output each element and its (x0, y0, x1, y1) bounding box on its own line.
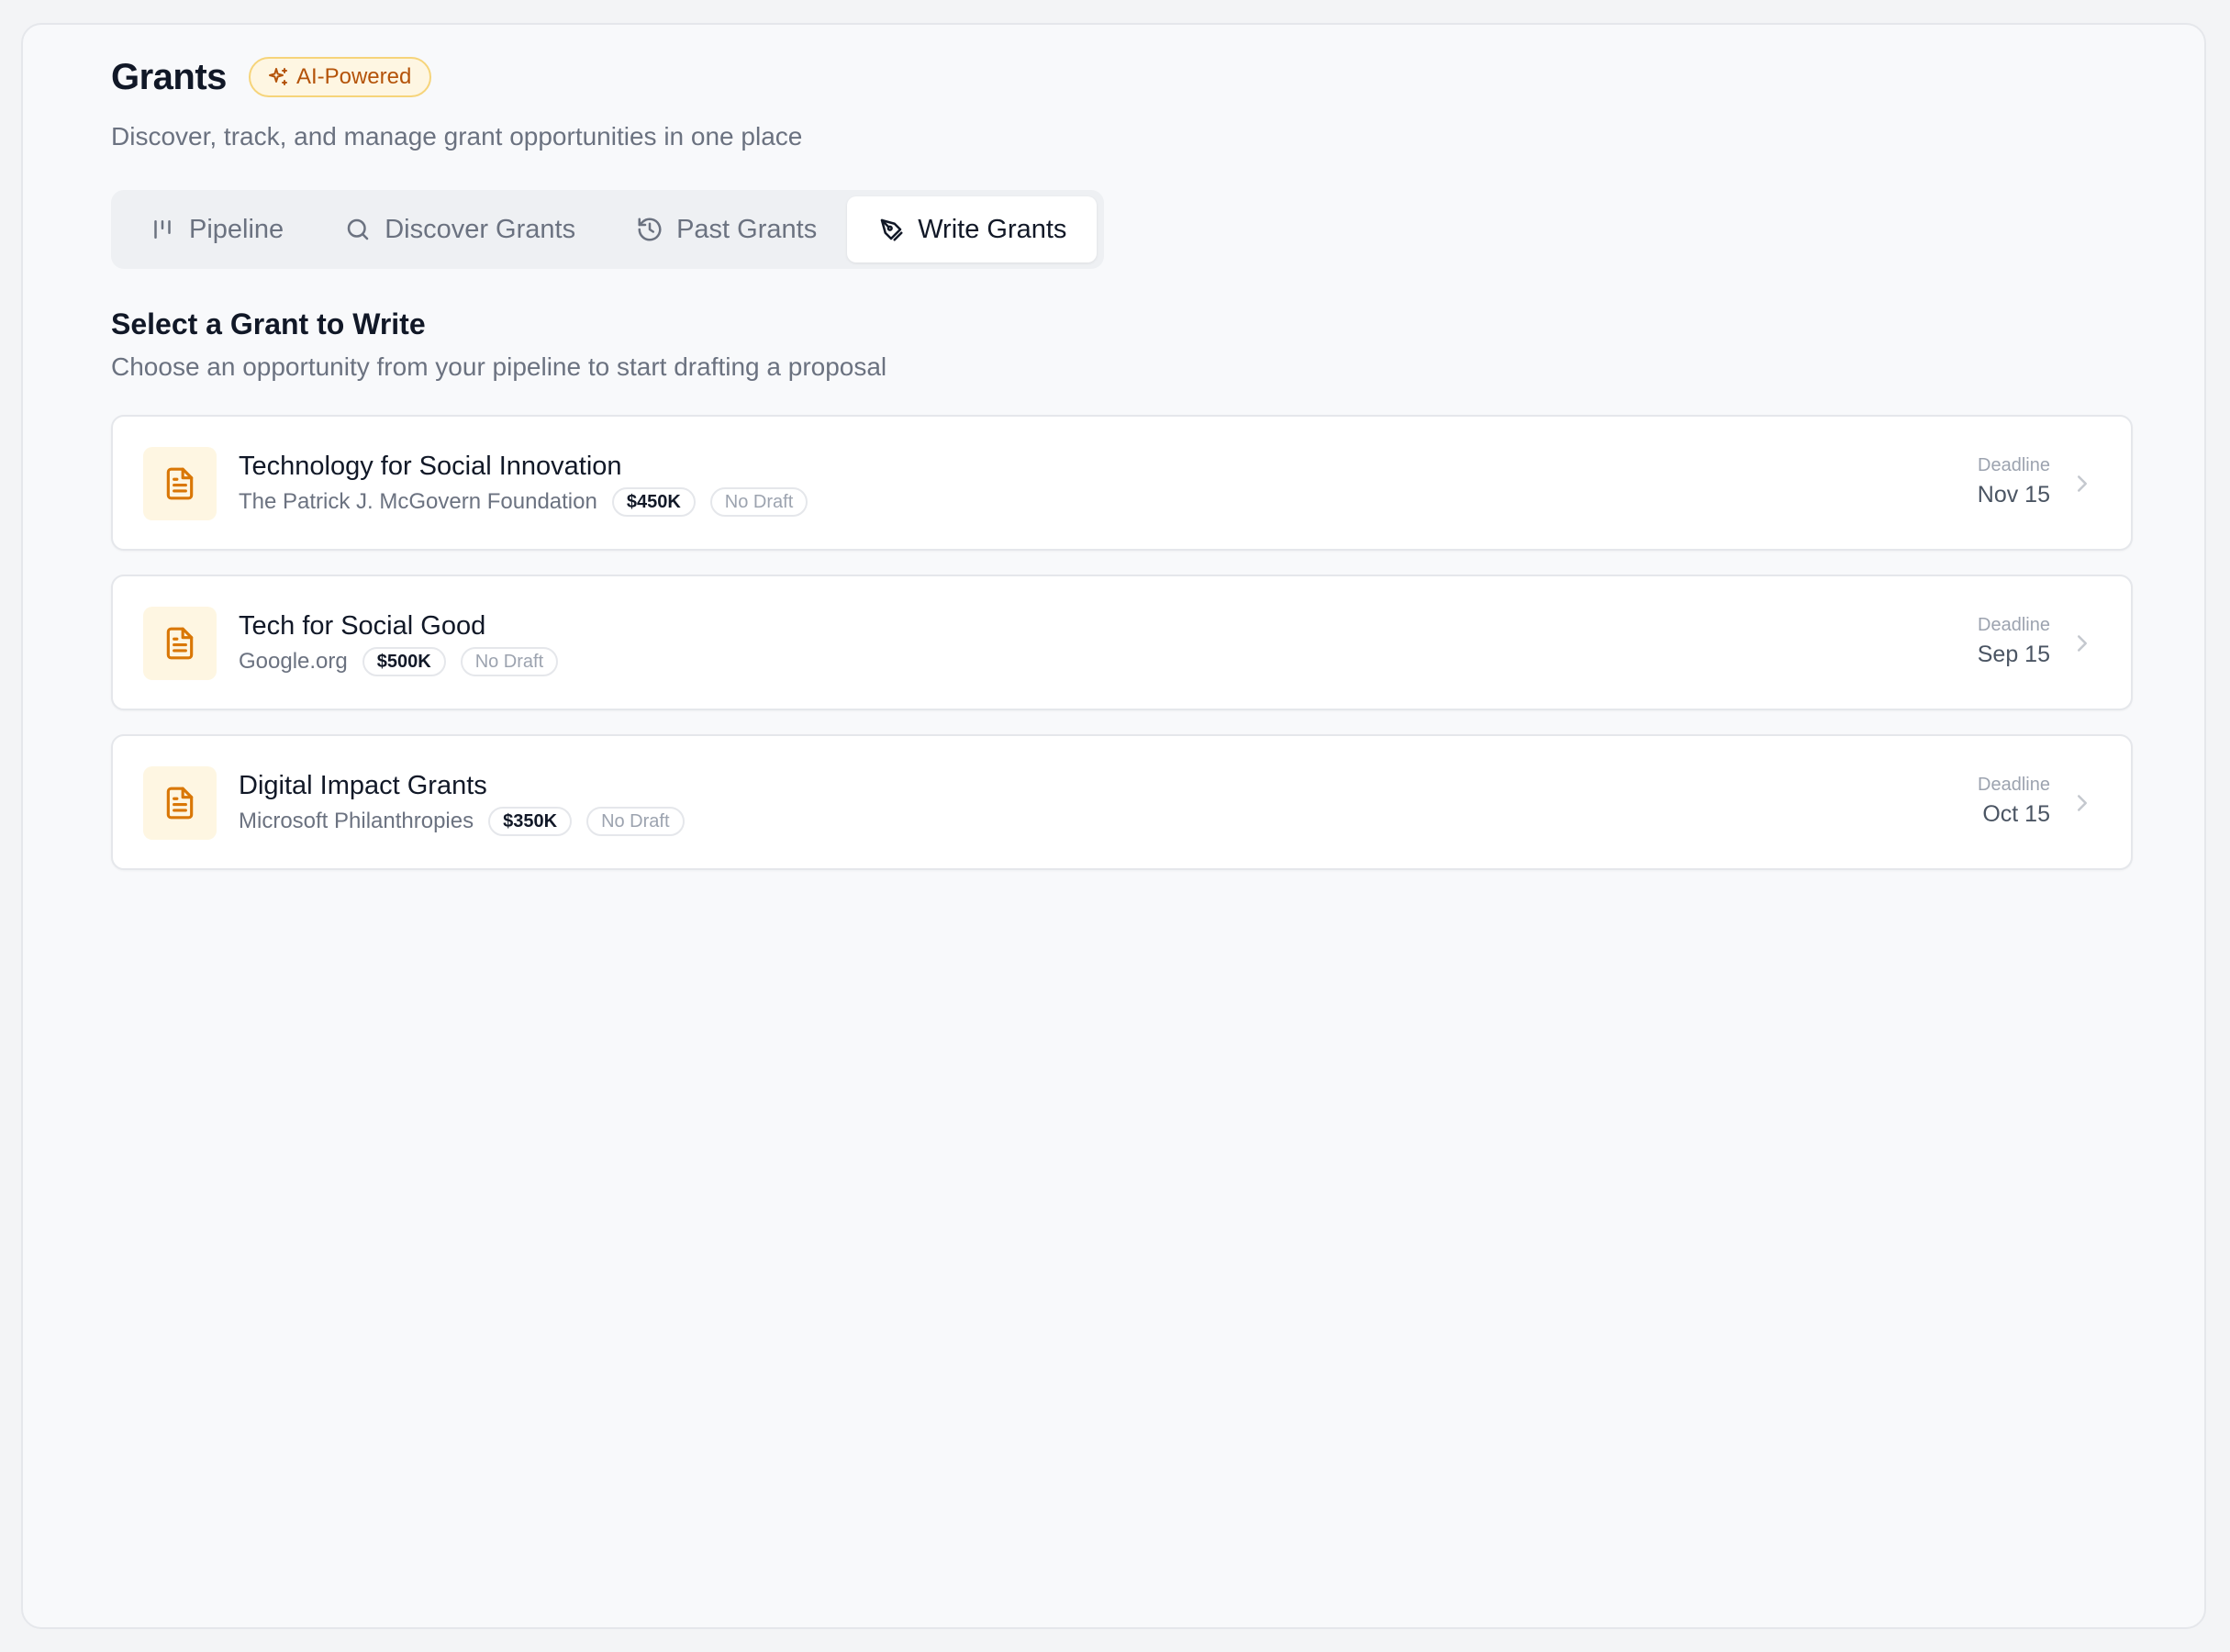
deadline-label: Deadline (1978, 455, 2050, 475)
tab-past-grants[interactable]: Past Grants (606, 196, 847, 262)
grant-list: Technology for Social Innovation The Pat… (111, 415, 2133, 870)
file-text-icon (166, 467, 194, 500)
document-tile (143, 766, 217, 840)
deadline-value: Nov 15 (1977, 482, 2050, 508)
grant-meta: Microsoft Philanthropies $350K No Draft (239, 807, 685, 836)
section-title: Select a Grant to Write (111, 307, 426, 340)
grant-card[interactable]: Digital Impact Grants Microsoft Philanth… (111, 734, 2133, 870)
chevron-right-icon (2078, 635, 2087, 652)
deadline-label: Deadline (1978, 775, 2050, 795)
grant-amount-badge: $500K (362, 647, 446, 676)
page-subtitle: Discover, track, and manage grant opport… (111, 122, 803, 151)
deadline-value: Sep 15 (1977, 642, 2050, 667)
tab-past-grants-label: Past Grants (676, 214, 818, 244)
draft-status-badge: No Draft (709, 487, 808, 517)
grant-meta: The Patrick J. McGovern Foundation $450K… (239, 487, 808, 517)
tab-bar: Pipeline Discover Grants Past Grants Wri… (111, 190, 1105, 269)
grants-panel: Grants AI-Powered Discover, track, and m… (21, 23, 2206, 1629)
deadline-value: Oct 15 (1982, 801, 2050, 827)
history-icon (638, 218, 662, 241)
main-content: Grants AI-Powered Discover, track, and m… (111, 50, 2133, 870)
tab-discover-grants-label: Discover Grants (385, 214, 576, 244)
grant-card[interactable]: Technology for Social Innovation The Pat… (111, 415, 2133, 551)
grant-title: Technology for Social Innovation (239, 452, 622, 481)
tab-discover-grants[interactable]: Discover Grants (314, 196, 606, 262)
tab-write-grants-label: Write Grants (918, 214, 1067, 244)
document-tile (143, 607, 217, 680)
grant-title: Tech for Social Good (239, 611, 486, 641)
document-tile (143, 447, 217, 520)
kanban-icon (154, 220, 171, 239)
grant-info: Tech for Social Good Google.org $500K No… (239, 610, 559, 676)
grant-amount-badge: $450K (611, 487, 696, 517)
grant-card[interactable]: Tech for Social Good Google.org $500K No… (111, 575, 2133, 710)
ai-powered-badge: AI-Powered (248, 57, 432, 97)
tab-pipeline-label: Pipeline (189, 214, 284, 244)
sparkles-icon (268, 68, 287, 85)
grant-funder: Google.org (239, 649, 348, 674)
tab-pipeline[interactable]: Pipeline (118, 196, 314, 262)
grant-deadline: Deadline Sep 15 (1978, 615, 2050, 668)
grant-info: Digital Impact Grants Microsoft Philanth… (239, 770, 685, 836)
chevron-right-icon (2078, 475, 2087, 492)
draft-status-badge: No Draft (460, 647, 559, 676)
draft-status-badge: No Draft (586, 807, 685, 836)
grant-meta: Google.org $500K No Draft (239, 647, 559, 676)
ai-badge-label: AI-Powered (295, 64, 412, 89)
grant-deadline: Deadline Nov 15 (1978, 455, 2050, 508)
deadline-label: Deadline (1978, 615, 2050, 635)
grant-info: Technology for Social Innovation The Pat… (239, 451, 808, 517)
grant-title: Digital Impact Grants (239, 771, 487, 800)
file-text-icon (166, 787, 194, 820)
header: Grants AI-Powered (111, 50, 2133, 104)
grant-funder: The Patrick J. McGovern Foundation (239, 489, 597, 514)
grant-deadline: Deadline Oct 15 (1978, 775, 2050, 828)
page-title: Grants (111, 56, 227, 97)
grant-funder: Microsoft Philanthropies (239, 809, 474, 833)
pen-tool-icon (880, 218, 903, 241)
file-text-icon (166, 627, 194, 660)
chevron-right-icon (2078, 795, 2087, 811)
search-icon (347, 218, 369, 240)
section-subtitle: Choose an opportunity from your pipeline… (111, 352, 887, 381)
tab-write-grants[interactable]: Write Grants (847, 196, 1098, 262)
grant-amount-badge: $350K (488, 807, 573, 836)
